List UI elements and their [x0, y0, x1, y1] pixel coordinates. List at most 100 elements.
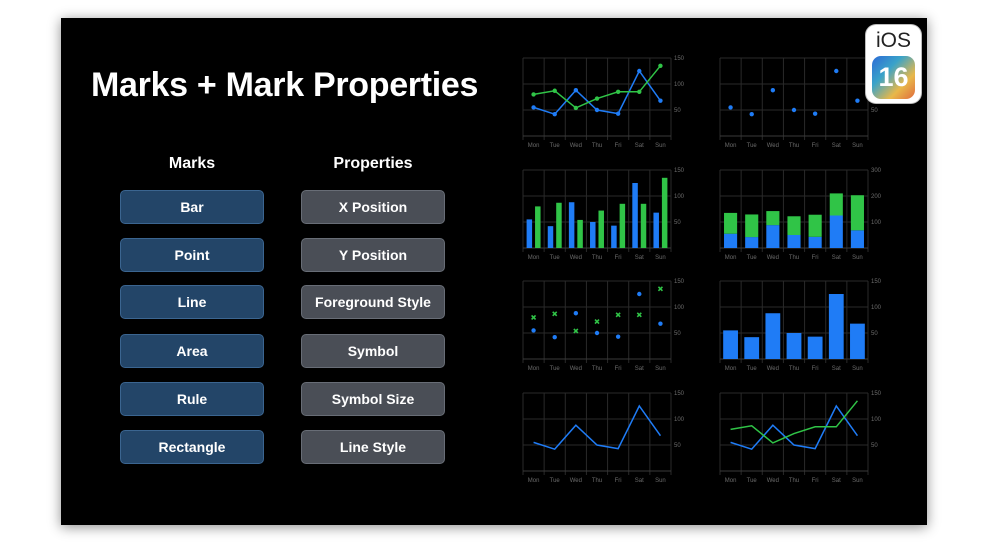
- x-tick-label: Sun: [655, 255, 666, 261]
- x-tick-label: Sun: [655, 143, 666, 149]
- data-point: [728, 105, 733, 110]
- y-tick-label: 100: [674, 305, 685, 311]
- chart-panel-5: 50 100 150 Mon Tue Wed Thu Fri Sat Sun: [522, 279, 685, 372]
- chart-panel-6: 50 100 150 Mon Tue Wed Thu Fri Sat Sun: [719, 279, 882, 372]
- data-point: [573, 311, 579, 316]
- x-tick-label: Thu: [592, 143, 602, 149]
- bar: [808, 236, 822, 248]
- bar: [766, 211, 780, 226]
- x-tick-label: Thu: [789, 366, 799, 372]
- chart-panel-1: 50 100 150 Mon Tue Wed Thu Fri Sat Sun: [522, 56, 685, 149]
- x-tick-label: Sat: [635, 255, 644, 261]
- x-tick-label: Fri: [615, 366, 622, 372]
- bar: [619, 203, 626, 248]
- bar: [787, 216, 801, 235]
- data-point: [615, 89, 621, 95]
- data-point: [749, 111, 754, 117]
- x-tick-label: Wed: [767, 255, 779, 261]
- bar: [850, 195, 864, 231]
- chart-panel-2: 50100150MonTueWedThuFriSatSun: [719, 56, 882, 149]
- bar: [653, 212, 659, 248]
- x-tick-label: Thu: [592, 255, 602, 261]
- y-tick-label: 100: [674, 417, 685, 423]
- x-tick-label: Thu: [789, 143, 799, 149]
- x-tick-label: Sat: [832, 478, 841, 484]
- x-tick-label: Fri: [615, 143, 622, 149]
- data-point: [552, 111, 557, 117]
- bar: [850, 323, 865, 359]
- data-point: [834, 68, 839, 74]
- x-tick-label: Sun: [852, 366, 863, 372]
- x-tick-label: Wed: [570, 366, 582, 372]
- bar: [568, 202, 575, 248]
- y-tick-label: 50: [871, 443, 878, 449]
- bar: [632, 183, 638, 248]
- ios-version-icon: 16: [872, 56, 915, 99]
- bar: [526, 219, 533, 248]
- x-tick-label: Thu: [592, 478, 602, 484]
- x-tick-label: Tue: [747, 366, 758, 372]
- series-line: [730, 400, 859, 444]
- y-tick-label: 150: [674, 391, 685, 397]
- series-line: [533, 404, 662, 451]
- x-tick-label: Tue: [747, 143, 758, 149]
- bar: [745, 214, 759, 238]
- bar: [829, 193, 843, 216]
- bar: [598, 210, 604, 248]
- y-tick-label: 50: [674, 108, 681, 114]
- bar: [590, 222, 596, 248]
- data-point: [552, 334, 557, 340]
- x-tick-label: Fri: [615, 478, 622, 484]
- x-tick-label: Mon: [725, 255, 737, 261]
- y-tick-label: 200: [871, 194, 882, 200]
- y-tick-label: 100: [871, 417, 882, 423]
- chart-panel-4: 100 200 300 Mon Tue Wed Thu Fri Sat Sun: [719, 168, 882, 261]
- x-tick-label: Sat: [635, 143, 644, 149]
- data-point: [594, 330, 600, 336]
- x-tick-label: Mon: [725, 478, 737, 484]
- bar: [556, 202, 562, 248]
- data-point: [531, 105, 536, 110]
- data-point: [594, 318, 600, 325]
- data-point: [531, 328, 536, 333]
- x-tick-label: Sat: [832, 143, 841, 149]
- x-tick-label: Tue: [550, 143, 561, 149]
- series-line: [533, 65, 662, 109]
- data-point: [637, 89, 642, 95]
- chart-panel-8: 50 100 150 Mon Tue Wed Thu Fri Sat Sun: [719, 391, 882, 484]
- x-tick-label: Mon: [528, 366, 540, 372]
- data-point: [615, 312, 621, 318]
- y-tick-label: 150: [871, 391, 882, 397]
- y-tick-label: 300: [871, 168, 882, 174]
- x-tick-label: Wed: [767, 366, 779, 372]
- bar: [723, 330, 738, 359]
- bar: [828, 294, 844, 359]
- data-point: [531, 314, 537, 320]
- data-point: [812, 111, 818, 116]
- data-point: [615, 111, 621, 116]
- bar: [640, 203, 647, 248]
- y-tick-label: 150: [674, 56, 685, 62]
- bar: [808, 214, 822, 237]
- ios-16-badge: iOS 16: [866, 25, 921, 103]
- x-tick-label: Tue: [550, 255, 561, 261]
- data-point: [594, 107, 600, 113]
- bar: [766, 225, 780, 248]
- x-tick-label: Mon: [528, 143, 540, 149]
- y-tick-label: 100: [871, 305, 882, 311]
- x-tick-label: Mon: [725, 366, 737, 372]
- bar: [724, 233, 738, 248]
- x-tick-label: Tue: [747, 255, 758, 261]
- x-tick-label: Thu: [789, 255, 799, 261]
- data-point: [855, 98, 860, 103]
- x-tick-label: Sun: [655, 366, 666, 372]
- x-tick-label: Tue: [550, 478, 561, 484]
- data-point: [552, 88, 557, 93]
- data-point: [658, 63, 663, 68]
- data-point: [531, 92, 536, 97]
- series-line: [730, 404, 859, 451]
- data-point: [637, 68, 642, 74]
- x-tick-label: Sun: [852, 143, 863, 149]
- data-point: [657, 286, 663, 292]
- x-tick-label: Sat: [635, 478, 644, 484]
